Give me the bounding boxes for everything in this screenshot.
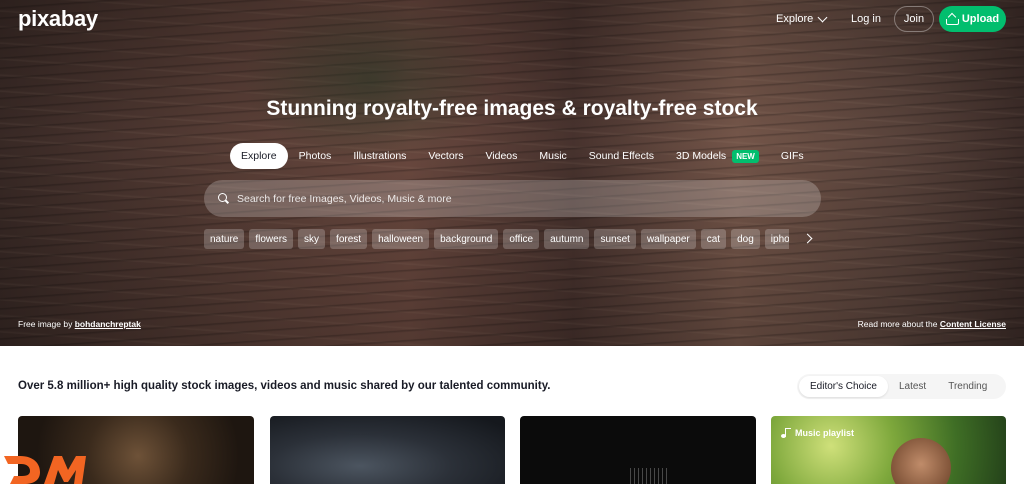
search-bar[interactable] [204, 180, 821, 217]
tag-chip[interactable]: sunset [594, 229, 636, 249]
upload-button[interactable]: Upload [939, 6, 1006, 32]
new-badge: NEW [732, 149, 759, 163]
tag-chip[interactable]: dog [731, 229, 760, 249]
tab-gifs[interactable]: GIFs [770, 143, 815, 169]
tag-chip[interactable]: forest [330, 229, 368, 249]
tag-chip[interactable]: flowers [249, 229, 294, 249]
media-card[interactable]: Music playlist [771, 416, 1006, 484]
pixabay-logo[interactable]: pixabay [18, 6, 98, 32]
sort-trending[interactable]: Trending [937, 376, 998, 397]
tag-chip[interactable]: cat [700, 229, 727, 249]
image-credit: Free image by bohdanchreptak [18, 319, 141, 329]
explore-menu-button[interactable]: Explore [776, 11, 828, 27]
trending-tags: nature flowers sky forest halloween back… [204, 229, 789, 249]
content-license-link[interactable]: Content License [940, 319, 1006, 329]
credit-author-link[interactable]: bohdanchreptak [75, 319, 141, 329]
login-link[interactable]: Log in [851, 13, 881, 25]
tag-chip[interactable]: background [434, 229, 499, 249]
tab-videos[interactable]: Videos [474, 143, 528, 169]
upload-icon [945, 14, 959, 25]
chevron-down-icon [817, 12, 828, 22]
media-card[interactable] [520, 416, 756, 484]
tag-chip[interactable]: nature [204, 229, 245, 249]
upload-label: Upload [961, 13, 1000, 25]
music-playlist-badge: Music playlist [781, 428, 854, 438]
music-note-icon [781, 428, 791, 438]
license-prefix: Read more about the [857, 319, 940, 329]
media-card[interactable] [270, 416, 505, 484]
tab-3d-models-label: 3D Models [675, 150, 727, 162]
tag-chip[interactable]: wallpaper [640, 229, 696, 249]
tab-illustrations[interactable]: Illustrations [342, 143, 417, 169]
card-image [891, 438, 951, 484]
tab-music[interactable]: Music [528, 143, 577, 169]
tag-chip[interactable]: autumn [544, 229, 590, 249]
tag-chip[interactable]: office [503, 229, 540, 249]
tab-sound-effects[interactable]: Sound Effects [578, 143, 665, 169]
explore-label: Explore [776, 13, 814, 25]
tag-chip[interactable]: halloween [372, 229, 430, 249]
hero-title: Stunning royalty-free images & royalty-f… [266, 97, 758, 120]
credit-prefix: Free image by [18, 319, 75, 329]
tab-photos[interactable]: Photos [288, 143, 343, 169]
search-icon [218, 193, 229, 204]
playlist-label: Music playlist [795, 428, 855, 438]
tab-explore[interactable]: Explore [230, 143, 288, 169]
license-note: Read more about the Content License [858, 319, 1006, 329]
hero-banner: pixabay Explore Log in Join Upload Stunn… [0, 0, 1024, 346]
watermark-logo-icon [4, 456, 86, 484]
search-input[interactable] [237, 192, 797, 205]
chevron-right-icon[interactable] [802, 232, 814, 246]
sort-editors-choice[interactable]: Editor's Choice [799, 376, 888, 397]
media-type-tabs: Explore Photos Illustrations Vectors Vid… [230, 143, 815, 169]
sort-toggle: Editor's Choice Latest Trending [797, 374, 1006, 399]
tag-chip[interactable]: iphone [764, 229, 789, 249]
tab-vectors[interactable]: Vectors [417, 143, 474, 169]
sort-latest[interactable]: Latest [888, 376, 937, 397]
tag-chip[interactable]: sky [298, 229, 326, 249]
tab-3d-models[interactable]: 3D Models NEW [665, 143, 770, 169]
join-button[interactable]: Join [894, 6, 934, 32]
community-tagline: Over 5.8 million+ high quality stock ima… [18, 380, 551, 392]
